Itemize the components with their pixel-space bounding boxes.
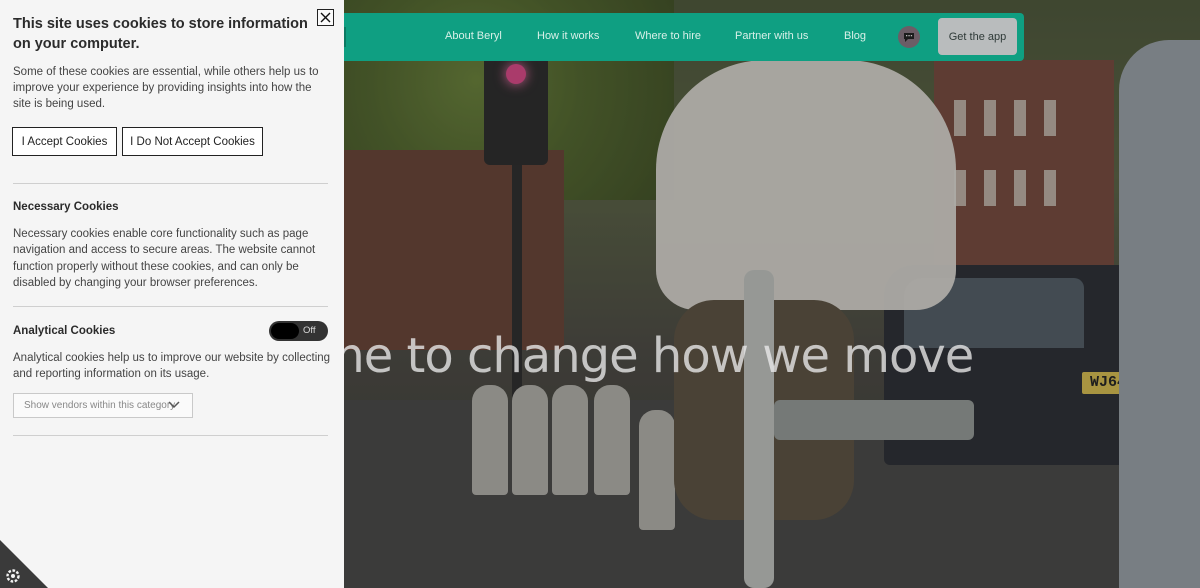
cookie-settings-button[interactable] <box>0 540 48 588</box>
cookie-settings-icon <box>0 540 48 588</box>
nav-link-where-to-hire[interactable]: Where to hire <box>635 30 701 42</box>
divider <box>13 435 328 436</box>
cookie-intro-text: Some of these cookies are essential, whi… <box>13 66 319 110</box>
toggle-state-label: Off <box>303 325 316 336</box>
close-button[interactable] <box>317 9 334 26</box>
analytical-cookies-text: Analytical cookies help us to improve ou… <box>13 352 331 381</box>
cookie-consent-panel: This site uses cookies to store informat… <box>0 0 344 588</box>
chevron-down-icon <box>168 401 180 409</box>
hero-overlay <box>344 0 1200 588</box>
hero-headline: me to change how we move <box>340 328 974 384</box>
accept-cookies-button[interactable]: I Accept Cookies <box>12 127 117 156</box>
hero-background: WJ64 EYC <box>344 0 1200 588</box>
navbar-edge <box>344 27 346 47</box>
cookie-panel-title: This site uses cookies to store informat… <box>13 16 308 52</box>
get-the-app-button[interactable]: Get the app <box>938 18 1017 55</box>
chat-icon <box>904 32 914 42</box>
nav-link-about[interactable]: About Beryl <box>445 30 502 42</box>
divider <box>13 306 328 307</box>
necessary-cookies-text: Necessary cookies enable core functional… <box>13 228 316 289</box>
nav-link-how-it-works[interactable]: How it works <box>537 30 599 42</box>
top-navbar: About Beryl How it works Where to hire P… <box>344 13 1024 61</box>
necessary-cookies-title: Necessary Cookies <box>13 201 119 213</box>
divider <box>13 183 328 184</box>
toggle-knob <box>271 323 299 339</box>
show-vendors-dropdown[interactable]: Show vendors within this category <box>13 393 193 418</box>
analytical-cookies-title: Analytical Cookies <box>13 325 116 337</box>
close-icon <box>320 12 331 23</box>
decline-cookies-button[interactable]: I Do Not Accept Cookies <box>122 127 263 156</box>
nav-link-blog[interactable]: Blog <box>844 30 866 42</box>
nav-link-partner[interactable]: Partner with us <box>735 30 808 42</box>
chat-button[interactable] <box>898 26 920 48</box>
show-vendors-label: Show vendors within this category <box>24 400 176 411</box>
analytical-cookies-toggle[interactable]: Off <box>269 321 328 341</box>
